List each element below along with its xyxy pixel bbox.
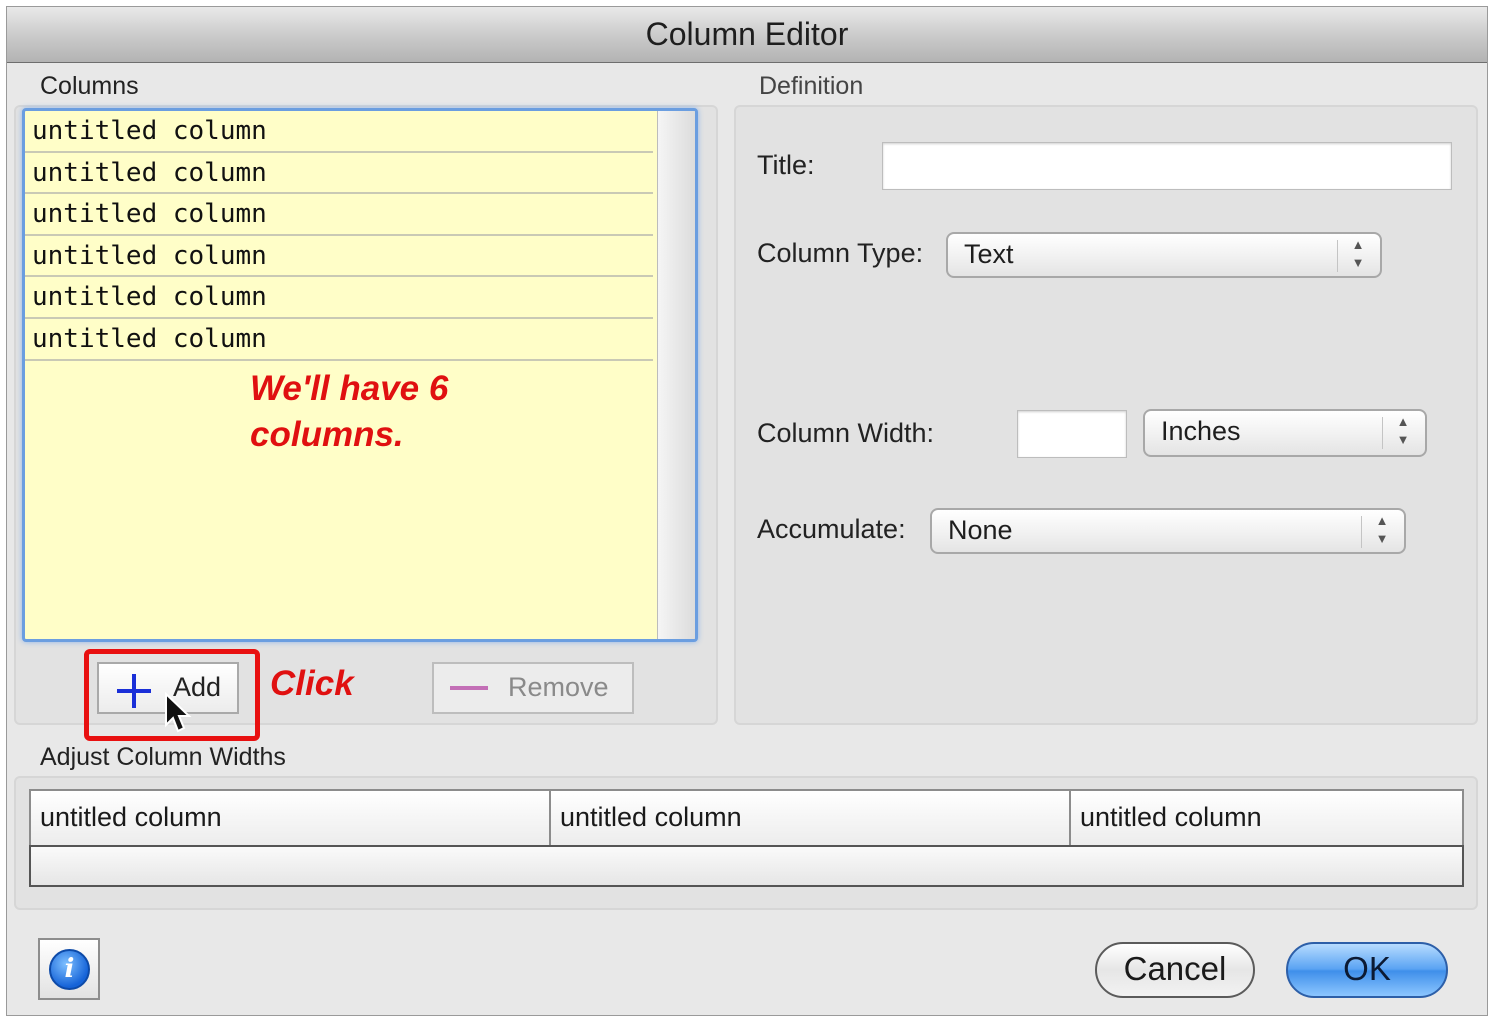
up-down-arrows-icon: ▲ ▼ [1375, 513, 1389, 546]
column-width-label: Column Width: [757, 418, 935, 448]
list-item[interactable]: untitled column [25, 111, 653, 153]
remove-button[interactable]: Remove [432, 662, 634, 714]
list-scrollbar[interactable] [657, 111, 695, 639]
column-header-row: untitled column untitled column untitled… [29, 789, 1464, 847]
list-item[interactable]: untitled column [25, 277, 653, 319]
window-title: Column Editor [7, 7, 1487, 63]
info-button[interactable]: i [38, 938, 100, 1000]
title-field[interactable] [882, 142, 1452, 190]
list-item[interactable]: untitled column [25, 194, 653, 236]
columns-list-rows: untitled column untitled column untitled… [25, 111, 653, 361]
select-separator [1337, 240, 1338, 272]
cancel-button[interactable]: Cancel [1095, 942, 1255, 998]
annotation-note-line1: We'll have 6 [250, 369, 449, 408]
column-type-label: Column Type: [757, 238, 924, 268]
columns-section-label: Columns [40, 72, 139, 100]
column-width-field[interactable] [1017, 410, 1127, 458]
list-item[interactable]: untitled column [25, 236, 653, 278]
column-header[interactable]: untitled column [1071, 791, 1462, 847]
minus-icon [450, 686, 488, 690]
list-item[interactable]: untitled column [25, 319, 653, 361]
select-separator [1361, 516, 1362, 548]
click-annotation: Click [270, 664, 354, 703]
annotation-note: We'll have 6 columns. [250, 366, 448, 458]
width-unit-value: Inches [1161, 416, 1241, 446]
width-unit-select[interactable]: Inches ▲ ▼ [1143, 409, 1427, 457]
add-highlight-box [84, 649, 260, 741]
up-down-arrows-icon: ▲ ▼ [1396, 414, 1410, 447]
definition-section-label: Definition [759, 72, 864, 100]
select-separator [1382, 417, 1383, 449]
up-down-arrows-icon: ▲ ▼ [1351, 237, 1365, 270]
column-type-select[interactable]: Text ▲ ▼ [946, 232, 1382, 278]
accumulate-label: Accumulate: [757, 514, 906, 544]
title-label: Title: [757, 150, 815, 180]
annotation-note-line2: columns. [250, 415, 404, 454]
accumulate-select[interactable]: None ▲ ▼ [930, 508, 1406, 554]
remove-button-label: Remove [508, 672, 609, 702]
column-header[interactable]: untitled column [551, 791, 1071, 847]
column-type-value: Text [964, 239, 1014, 269]
adjust-widths-label: Adjust Column Widths [40, 743, 286, 771]
accumulate-value: None [948, 515, 1013, 545]
ok-button[interactable]: OK [1286, 942, 1448, 998]
list-item[interactable]: untitled column [25, 153, 653, 195]
column-widths-track [29, 845, 1464, 887]
info-icon: i [49, 949, 90, 990]
column-header[interactable]: untitled column [31, 791, 551, 847]
